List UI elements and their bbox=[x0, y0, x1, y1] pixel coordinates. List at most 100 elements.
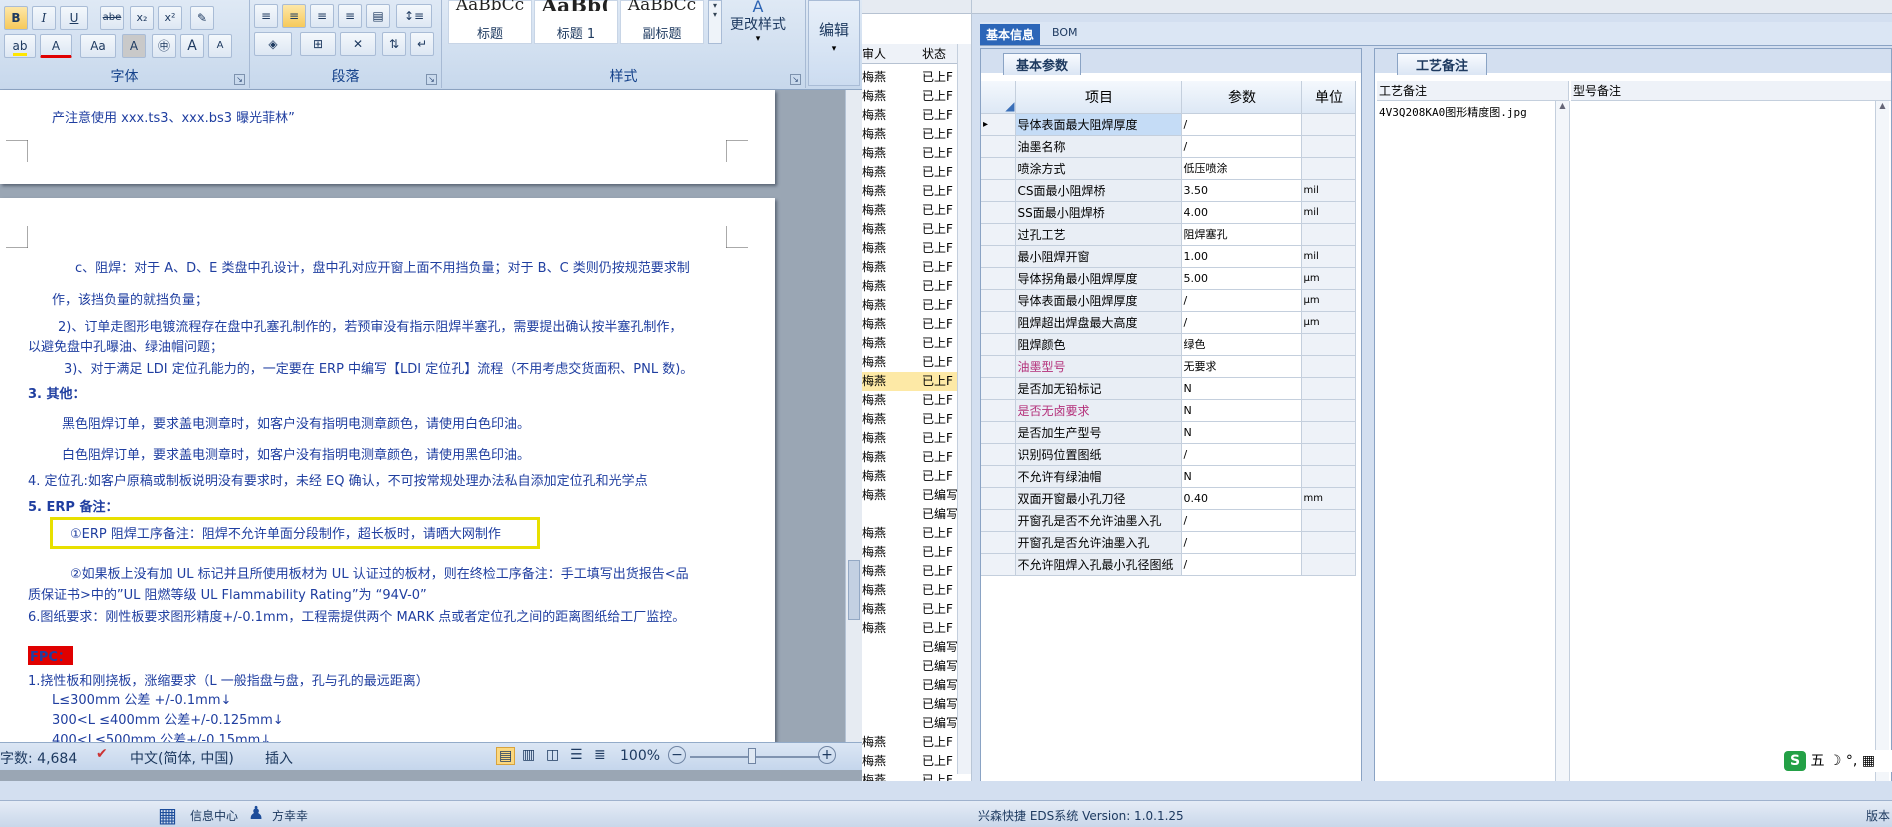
change-case-button[interactable]: Aa bbox=[80, 34, 116, 58]
params-row[interactable]: CS面最小阻焊桥 3.50 mil bbox=[981, 179, 1356, 202]
item-cell[interactable]: 识别码位置图纸 bbox=[1015, 443, 1182, 466]
list-row[interactable]: 梅燕 已上F bbox=[862, 467, 971, 486]
row-header-cell[interactable] bbox=[981, 487, 1016, 510]
row-header-cell[interactable] bbox=[981, 355, 1016, 378]
doc-line[interactable]: 4. 定位孔:如客户原稿或制板说明没有要求时，未经 EQ 确认，不可按常规处理办… bbox=[28, 470, 648, 489]
paragraph-dialog-launcher[interactable]: ↘ bbox=[426, 74, 437, 85]
item-cell[interactable]: 不允许有绿油帽 bbox=[1015, 465, 1182, 488]
doc-line[interactable]: 白色阻焊订单，要求盖电测章时，如客户没有指明电测章颜色，请使用黑色印油。 bbox=[62, 444, 530, 463]
model-note-vscroll[interactable]: ▲ bbox=[1875, 101, 1889, 791]
strikethrough-button[interactable]: abe bbox=[100, 6, 124, 30]
list-row[interactable]: 梅燕 已上F bbox=[862, 296, 971, 315]
param-cell[interactable]: N bbox=[1181, 421, 1302, 444]
params-row[interactable]: 开窗孔是否不允许油墨入孔 / bbox=[981, 509, 1356, 532]
list-row[interactable]: 梅燕 已上F bbox=[862, 220, 971, 239]
list-row[interactable]: 梅燕 已上F bbox=[862, 752, 971, 771]
list-row[interactable]: 梅燕 已上F bbox=[862, 410, 971, 429]
list-row[interactable]: 梅燕 已上F bbox=[862, 353, 971, 372]
param-cell[interactable]: 4.00 bbox=[1181, 201, 1302, 224]
param-cell[interactable]: 无要求 bbox=[1181, 355, 1302, 378]
list-row[interactable]: 已编写 bbox=[862, 714, 971, 733]
param-cell[interactable]: / bbox=[1181, 553, 1302, 576]
font-dialog-launcher[interactable]: ↘ bbox=[234, 74, 245, 85]
fpc-heading[interactable]: FPC： bbox=[28, 646, 73, 665]
params-row[interactable]: 是否加无铅标记 N bbox=[981, 377, 1356, 400]
item-cell[interactable]: 阻焊超出焊盘最大高度 bbox=[1015, 311, 1182, 334]
shading-button[interactable]: ◈ bbox=[254, 32, 292, 56]
style-item-title[interactable]: AaBbCc 标题 bbox=[448, 0, 532, 44]
chinese-layout-button[interactable]: ✕ bbox=[340, 32, 376, 56]
header-status[interactable]: 状态 bbox=[922, 44, 946, 64]
list-row[interactable]: 梅燕 已上F bbox=[862, 619, 971, 638]
char-shading-button[interactable]: A bbox=[122, 34, 146, 58]
doc-line[interactable]: 1.挠性板和刚挠板，涨缩要求（L 一般指盘与盘，孔与孔的最远距离） bbox=[28, 670, 429, 689]
panel-splitter[interactable] bbox=[1364, 48, 1372, 798]
row-header-cell[interactable] bbox=[981, 553, 1016, 576]
subtab-process-note[interactable]: 工艺备注 bbox=[1397, 53, 1488, 75]
item-cell[interactable]: 喷涂方式 bbox=[1015, 157, 1182, 180]
doc-line[interactable]: 2)、订单走图形电镀流程存在盘中孔塞孔制作的，若预审没有指示阻焊半塞孔，需要提出… bbox=[58, 316, 682, 335]
item-cell[interactable]: 过孔工艺 bbox=[1015, 223, 1182, 246]
distributed-button[interactable]: ▤ bbox=[366, 4, 390, 28]
row-header-cell[interactable] bbox=[981, 311, 1016, 334]
item-cell[interactable]: 导体表面最大阻焊厚度 bbox=[1015, 113, 1182, 136]
list-row[interactable]: 梅燕 已上F bbox=[862, 182, 971, 201]
params-row[interactable]: 导体表面最小阻焊厚度 / μm bbox=[981, 289, 1356, 312]
item-cell[interactable]: 是否加无铅标记 bbox=[1015, 377, 1182, 400]
row-header-cell[interactable] bbox=[981, 531, 1016, 554]
item-cell[interactable]: 开窗孔是否不允许油墨入孔 bbox=[1015, 509, 1182, 532]
col-item-header[interactable]: 项目 bbox=[1015, 81, 1182, 114]
item-cell[interactable]: 油墨名称 bbox=[1015, 135, 1182, 158]
zoom-slider-thumb[interactable] bbox=[748, 748, 756, 764]
doc-line[interactable]: c、阻焊：对于 A、D、E 类盘中孔设计，盘中孔对应开窗上面不用挡负量；对于 B… bbox=[75, 257, 690, 276]
top-scrollbar[interactable] bbox=[862, 0, 971, 14]
change-styles-button[interactable]: A 更改样式 ▾ bbox=[726, 0, 790, 60]
list-row[interactable]: 已编写 bbox=[862, 505, 971, 524]
param-cell[interactable]: 低压喷涂 bbox=[1181, 157, 1302, 180]
row-header-cell[interactable] bbox=[981, 267, 1016, 290]
param-cell[interactable]: / bbox=[1181, 289, 1302, 312]
item-cell[interactable]: 不允许阻焊入孔最小孔径图纸 bbox=[1015, 553, 1182, 576]
doc-line[interactable]: L≤300mm 公差 +/-0.1mm↓ bbox=[52, 689, 231, 708]
item-cell[interactable]: 开窗孔是否允许油墨入孔 bbox=[1015, 531, 1182, 554]
doc-heading[interactable]: 5. ERP 备注： bbox=[28, 496, 118, 515]
list-row[interactable]: 梅燕 已上F bbox=[862, 277, 971, 296]
process-note-value[interactable]: 4V3Q208KA0图形精度图.jpg bbox=[1379, 104, 1527, 120]
param-cell[interactable]: 阻焊塞孔 bbox=[1181, 223, 1302, 246]
params-row[interactable]: 是否无卤要求 N bbox=[981, 399, 1356, 422]
align-center-button[interactable]: ≡ bbox=[282, 4, 306, 28]
language-status[interactable]: 中文(简体, 中国) bbox=[130, 748, 234, 768]
doc-line[interactable]: 产注意使用 xxx.ts3、xxx.bs3 曝光菲林” bbox=[52, 107, 295, 126]
list-row[interactable]: 梅燕 已上F bbox=[862, 315, 971, 334]
params-row[interactable]: 过孔工艺 阻焊塞孔 bbox=[981, 223, 1356, 246]
zoom-in-icon[interactable]: + bbox=[818, 746, 836, 764]
list-row[interactable]: 梅燕 已上F bbox=[862, 524, 971, 543]
clear-format-button[interactable]: ✎ bbox=[190, 6, 214, 30]
doc-line[interactable]: 黑色阻焊订单，要求盖电测章时，如客户没有指明电测章颜色，请使用白色印油。 bbox=[62, 413, 530, 432]
shrink-font-button[interactable]: A bbox=[208, 34, 232, 58]
list-row[interactable]: 梅燕 已上F bbox=[862, 87, 971, 106]
insert-mode[interactable]: 插入 bbox=[265, 748, 293, 768]
row-header-cell[interactable] bbox=[981, 223, 1016, 246]
list-row[interactable]: 梅燕 已上F bbox=[862, 448, 971, 467]
view-web-icon[interactable]: ◫ bbox=[546, 747, 559, 763]
list-row[interactable]: 梅燕 已上F bbox=[862, 733, 971, 752]
borders-button[interactable]: ⊞ bbox=[300, 32, 336, 56]
zoom-level[interactable]: 100% bbox=[620, 748, 660, 764]
styles-scroll[interactable]: ▾ ▾ bbox=[708, 0, 722, 44]
row-header-cell[interactable] bbox=[981, 377, 1016, 400]
list-row[interactable]: 梅燕 已上F bbox=[862, 106, 971, 125]
view-draft-icon[interactable]: ≣ bbox=[594, 747, 606, 763]
param-cell[interactable]: N bbox=[1181, 399, 1302, 422]
param-cell[interactable]: N bbox=[1181, 465, 1302, 488]
doc-heading[interactable]: 3. 其他： bbox=[28, 383, 86, 402]
row-header-cell[interactable] bbox=[981, 245, 1016, 268]
list-vscroll[interactable] bbox=[957, 44, 971, 774]
item-cell[interactable]: 导体拐角最小阻焊厚度 bbox=[1015, 267, 1182, 290]
underline-button[interactable]: U bbox=[60, 6, 88, 30]
row-header-cell[interactable] bbox=[981, 157, 1016, 180]
show-marks-button[interactable]: ↵ bbox=[410, 32, 434, 56]
superscript-button[interactable]: x² bbox=[158, 6, 182, 30]
item-cell[interactable]: CS面最小阻焊桥 bbox=[1015, 179, 1182, 202]
param-cell[interactable]: / bbox=[1181, 135, 1302, 158]
